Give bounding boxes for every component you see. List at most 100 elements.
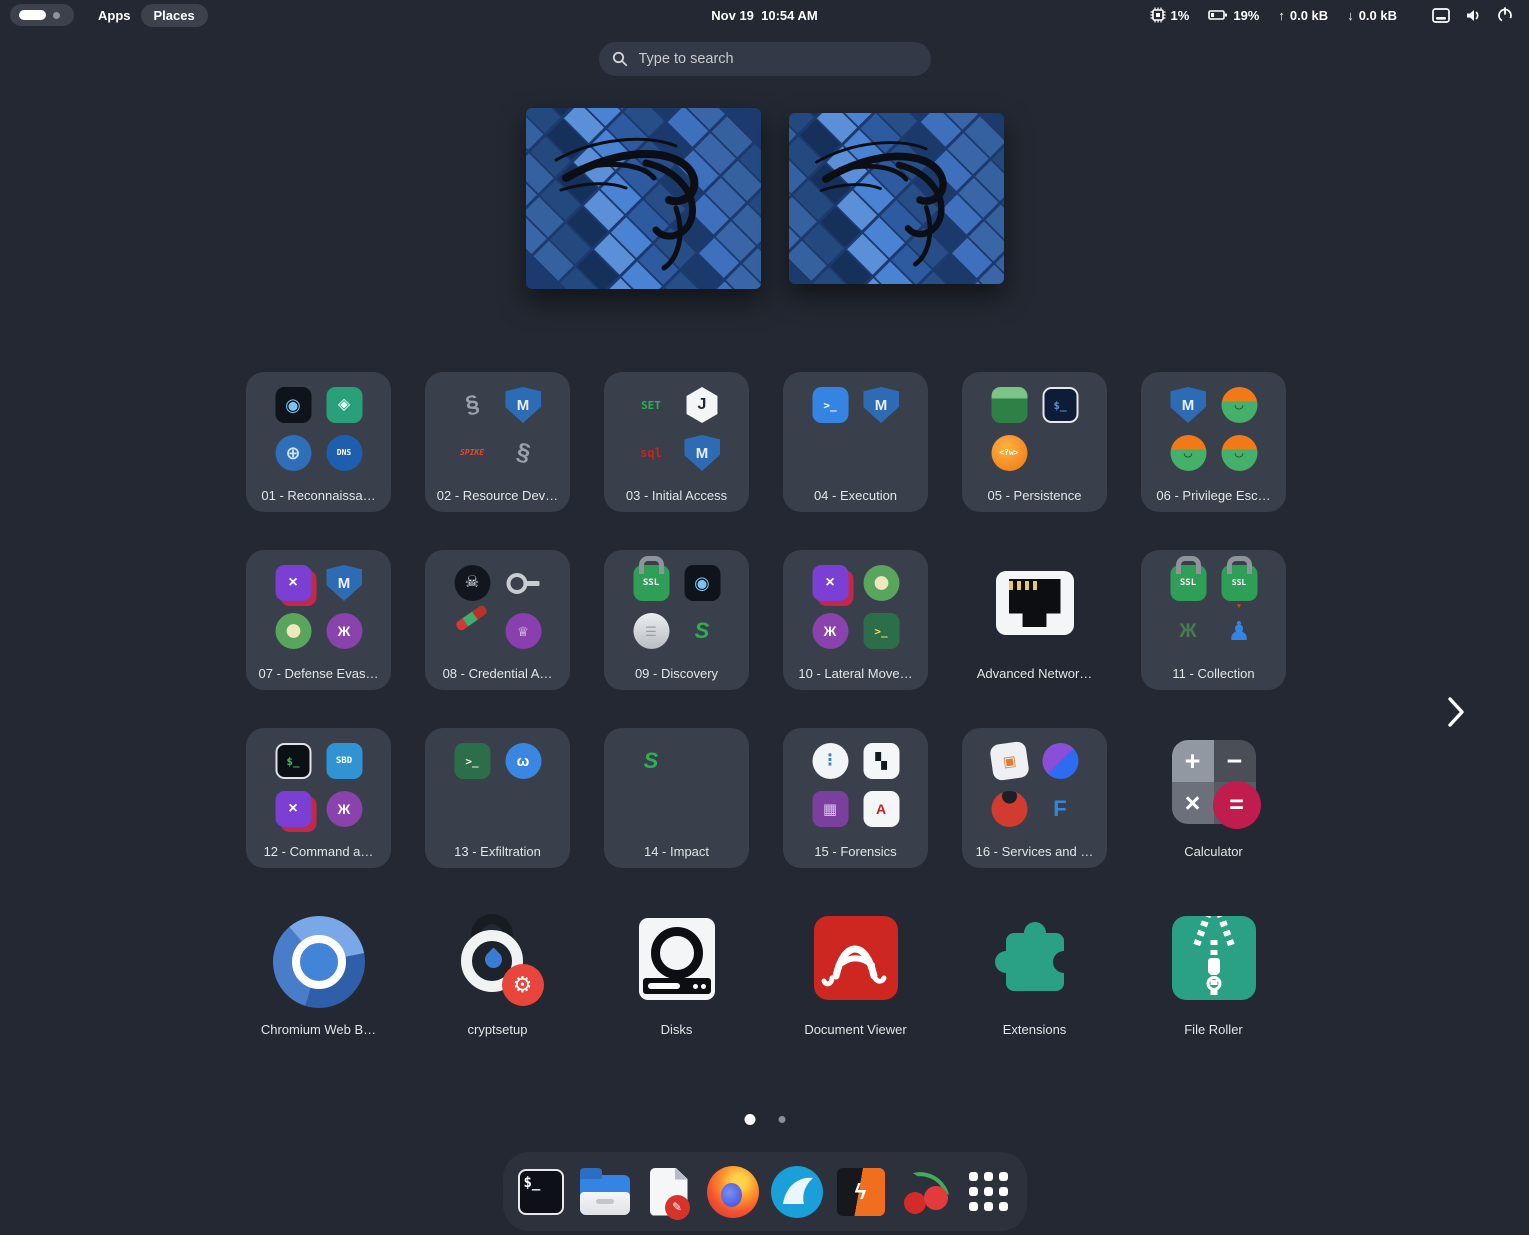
app-folder-13-exfiltration[interactable]: >_ω13 - Exfiltration <box>425 728 570 868</box>
faraday-icon: F <box>1042 791 1078 827</box>
app-folder-06-privilege-esc[interactable]: M◡◡◡06 - Privilege Esc… <box>1141 372 1286 512</box>
app-folder-07-defense-evas[interactable]: ×MЖ 07 - Defense Evas… <box>246 550 391 690</box>
app-folder-02-resource-dev[interactable]: §MSPIKE§02 - Resource Dev… <box>425 372 570 512</box>
app-folder-04-execution[interactable]: >_M04 - Execution <box>783 372 928 512</box>
clock[interactable]: Nov 19 10:54 AM <box>711 8 817 23</box>
app-folder-09-discovery[interactable]: SSL◉☰S09 - Discovery <box>604 550 749 690</box>
upload-rate: 0.0 kB <box>1290 8 1328 23</box>
app-icon-cryptsetup[interactable]: ⚙cryptsetup <box>425 906 570 1046</box>
folder-preview: §MSPIKE§ <box>454 387 541 471</box>
app-label: cryptsetup <box>429 1022 566 1037</box>
app-icon-advanced-networ[interactable]: Advanced Networ… <box>962 550 1107 690</box>
app-icon-document-viewer[interactable]: Document Viewer <box>783 906 928 1046</box>
file-roller-icon <box>1172 916 1256 1000</box>
app-label: Document Viewer <box>787 1022 924 1037</box>
power-icon <box>1497 7 1513 23</box>
king-phisher-icon: J <box>684 387 720 423</box>
app-folder-10-lateral-move[interactable]: ×Ж>_10 - Lateral Move… <box>783 550 928 690</box>
next-page-button[interactable] <box>1442 692 1470 732</box>
nmap-runner-icon: S <box>633 743 669 779</box>
extensions-icon <box>989 916 1081 1008</box>
linpeas-icon: ◡ <box>1170 435 1206 471</box>
app-label: 05 - Persistence <box>966 488 1103 503</box>
app-label: 07 - Defense Evas… <box>250 666 387 681</box>
system-menu[interactable] <box>1432 7 1513 23</box>
dock-cherrytree[interactable] <box>899 1166 951 1218</box>
dock-text-editor[interactable]: ✎ <box>643 1166 695 1218</box>
net-upload-indicator: ↑ 0.0 kB <box>1278 8 1328 23</box>
apps-menu[interactable]: Apps <box>98 8 131 23</box>
disks-icon <box>639 918 715 1000</box>
app-folder-03-initial-access[interactable]: SETJsqlM03 - Initial Access <box>604 372 749 512</box>
app-folder-05-persistence[interactable]: $_<?w> 05 - Persistence <box>962 372 1107 512</box>
dock-terminal[interactable]: $_ <box>515 1166 567 1218</box>
top-bar: Apps Places Nov 19 10:54 AM 1% 19% <box>0 0 1529 30</box>
database-icon: ☰ <box>633 613 669 649</box>
page-dot-page-1[interactable] <box>744 1114 755 1125</box>
app-label: 08 - Credential A… <box>429 666 566 681</box>
folder-preview: SETJsqlM <box>633 387 720 471</box>
app-folder-12-command-a[interactable]: $_SBD×Ж12 - Command a… <box>246 728 391 868</box>
download-arrow-icon: ↓ <box>1347 8 1354 23</box>
winpeas-icon: ◡ <box>1221 435 1257 471</box>
app-folder-16-services-and[interactable]: ▣F16 - Services and … <box>962 728 1107 868</box>
folder-preview: ×MЖ <box>275 565 362 649</box>
page-dot-page-2[interactable] <box>778 1116 785 1123</box>
ssl-lock-icon: SSL <box>1170 565 1206 601</box>
app-icon-extensions[interactable]: Extensions <box>962 906 1107 1046</box>
search-bar[interactable] <box>599 42 931 76</box>
text-editor-icon: ✎ <box>650 1168 688 1216</box>
workspace-1-thumbnail[interactable] <box>526 108 761 289</box>
dock-files[interactable] <box>579 1166 631 1218</box>
hashcat-mask-icon: ☠ <box>454 565 490 601</box>
app-folder-14-impact[interactable]: S14 - Impact <box>604 728 749 868</box>
orb-icon <box>1042 743 1078 779</box>
app-icon-chromium-web-b[interactable]: Chromium Web B… <box>246 906 391 1046</box>
workspace-dot <box>53 12 60 19</box>
app-label: File Roller <box>1145 1022 1282 1037</box>
app-folder-15-forensics[interactable]: ⋮▚▦A15 - Forensics <box>783 728 928 868</box>
places-menu[interactable]: Places <box>141 4 208 27</box>
app-icon-calculator[interactable]: +−×= Calculator <box>1141 728 1286 868</box>
workspace-2-thumbnail[interactable] <box>789 113 1004 284</box>
app-label: 15 - Forensics <box>787 844 924 859</box>
chromium-icon <box>273 916 365 1008</box>
dock-burpsuite[interactable]: ϟ <box>835 1166 887 1218</box>
app-label: Calculator <box>1145 844 1282 859</box>
dock-firefox[interactable] <box>707 1166 759 1218</box>
search-icon <box>612 51 628 67</box>
speaker-icon <box>1465 8 1482 23</box>
app-folder-08-credential-a[interactable]: ☠♕08 - Credential A… <box>425 550 570 690</box>
folder-preview: ×Ж>_ <box>812 565 899 649</box>
memory-percent: 19% <box>1233 8 1259 23</box>
system-status-area[interactable]: 1% 19% ↑ 0.0 kB ↓ 0.0 kB <box>1150 7 1519 23</box>
app-icon-disks[interactable]: Disks <box>604 906 749 1046</box>
peass-icon: ◡ <box>1221 387 1257 423</box>
dock-wireshark[interactable] <box>771 1166 823 1218</box>
cards-icon: × <box>275 791 311 827</box>
dock-show-apps[interactable] <box>963 1166 1015 1218</box>
folder-preview: >_M <box>812 387 899 423</box>
folder-preview: SSLSSLЖ♟ <box>1170 565 1257 649</box>
app-folder-01-reconnaissa[interactable]: ◉◈⊕DNS01 - Reconnaissa… <box>246 372 391 512</box>
cards-icon: × <box>812 565 848 601</box>
memory-icon <box>1208 8 1228 22</box>
sslscan-icon: SSL <box>633 565 669 601</box>
workspace-indicator[interactable] <box>10 4 74 26</box>
spider-icon: Ж <box>326 613 362 649</box>
netcat-icon: $_ <box>275 743 311 779</box>
metasploit-icon: M <box>505 387 541 423</box>
app-folder-11-collection[interactable]: SSLSSLЖ♟11 - Collection <box>1141 550 1286 690</box>
search-input[interactable] <box>637 50 918 68</box>
folder-preview: $_<?w> <box>991 387 1078 471</box>
gnome-activities-overview: Apps Places Nov 19 10:54 AM 1% 19% <box>0 0 1529 1235</box>
calculator-icon: +−×= <box>1172 740 1256 824</box>
bulk-extractor-icon: ▦ <box>812 791 848 827</box>
spider-icon: Ж <box>812 613 848 649</box>
app-icon-file-roller[interactable]: File Roller <box>1141 906 1286 1046</box>
cpu-percent: 1% <box>1171 8 1190 23</box>
net-download-indicator: ↓ 0.0 kB <box>1347 8 1397 23</box>
nmap-runner-icon: S <box>684 613 720 649</box>
app-label: 10 - Lateral Move… <box>787 666 924 681</box>
upload-arrow-icon: ↑ <box>1278 8 1285 23</box>
